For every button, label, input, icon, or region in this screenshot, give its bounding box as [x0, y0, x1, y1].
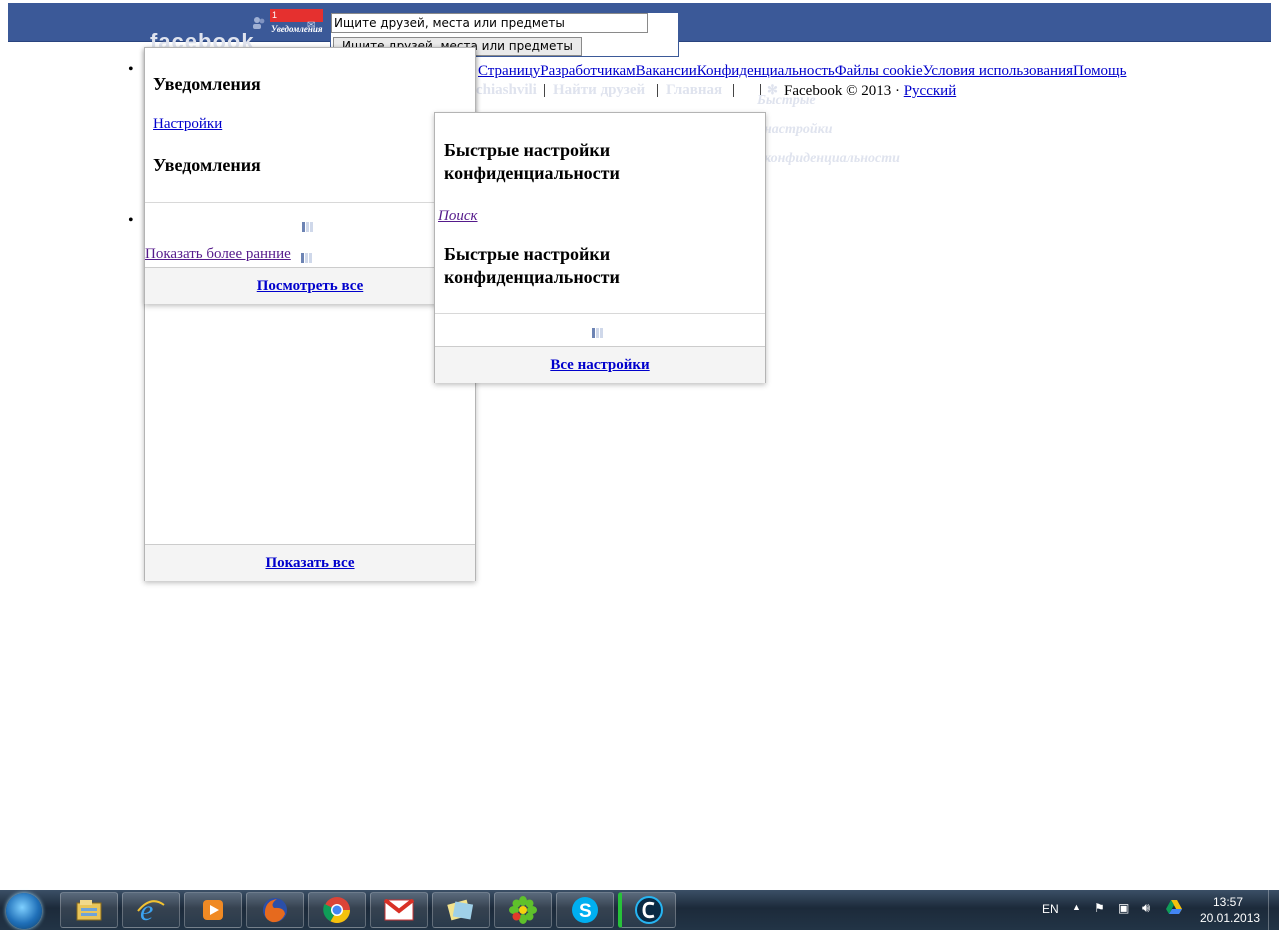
footer-link-terms[interactable]: Условия использования: [923, 63, 1073, 79]
nav-home[interactable]: Главная: [666, 82, 722, 99]
nav-separator: |: [732, 82, 736, 98]
nav-separator: |: [543, 82, 547, 98]
show-desktop-button[interactable]: [1268, 890, 1279, 930]
nav-separator: |: [656, 82, 660, 98]
friend-requests-icon[interactable]: [252, 16, 266, 30]
privacy-shortcuts-flyout: Быстрые настройки конфиденциальности Пои…: [434, 112, 766, 383]
media-player-icon[interactable]: [184, 892, 242, 928]
nav-profile-name[interactable]: chiashvili: [476, 82, 537, 99]
language-indicator[interactable]: EN: [1042, 902, 1059, 916]
footer-link-help[interactable]: Помощь: [1073, 63, 1126, 79]
notification-settings-link[interactable]: Настройки: [153, 116, 222, 133]
list-bullet: •: [128, 61, 134, 78]
footer-link-page[interactable]: Страницу: [478, 63, 540, 79]
network-icon[interactable]: ▣: [1118, 901, 1129, 915]
flyout-footer: Показать все: [145, 544, 475, 581]
chrome-icon[interactable]: [308, 892, 366, 928]
all-settings-link[interactable]: Все настройки: [550, 357, 649, 373]
nav-find-friends[interactable]: Найти друзей: [553, 82, 645, 99]
flyout-footer: Посмотреть все: [145, 267, 475, 304]
privacy-search-link[interactable]: Поиск: [438, 208, 478, 225]
show-hidden-icons-chevron[interactable]: ▲: [1072, 902, 1081, 912]
footer-link-careers[interactable]: Вакансии: [636, 63, 697, 79]
see-all-link[interactable]: Посмотреть все: [257, 278, 364, 294]
list-bullet: •: [128, 212, 134, 229]
svg-text:e: e: [140, 895, 153, 925]
loading-icon: [301, 250, 315, 263]
firefox-icon[interactable]: [246, 892, 304, 928]
clock-time[interactable]: 13:57: [1213, 895, 1243, 909]
loading-icon: [302, 219, 316, 232]
action-center-flag-icon[interactable]: ⚑: [1094, 901, 1105, 915]
windows-taskbar: e S EN ▲ ⚑ ▣ 🔊︎ 13:57 20.01.2013: [0, 890, 1279, 930]
footer-links: СтраницуРазработчикамВакансииКонфиденциа…: [478, 63, 1126, 80]
show-all-link[interactable]: Показать все: [265, 555, 354, 571]
google-drive-icon[interactable]: [1166, 900, 1182, 917]
show-earlier-link[interactable]: Показать более ранние: [145, 246, 291, 263]
internet-explorer-icon[interactable]: e: [122, 892, 180, 928]
footer-link-developers[interactable]: Разработчикам: [540, 63, 635, 79]
flyout-footer: Все настройки: [435, 346, 765, 383]
ghost-text: настройки: [764, 122, 833, 137]
flyout-subtitle: Уведомления: [153, 155, 261, 175]
notes-icon[interactable]: [432, 892, 490, 928]
flyout-title: Быстрые настройки конфиденциальности: [444, 140, 620, 183]
explorer-icon[interactable]: [60, 892, 118, 928]
ghost-text: Быстрые: [757, 93, 816, 108]
ghost-text: конфиденциальности: [764, 151, 900, 166]
footer-link-cookies[interactable]: Файлы cookie: [835, 63, 923, 79]
gmail-icon[interactable]: [370, 892, 428, 928]
skype-icon[interactable]: S: [556, 892, 614, 928]
volume-icon[interactable]: 🔊︎: [1142, 900, 1150, 916]
clock-date[interactable]: 20.01.2013: [1200, 911, 1260, 925]
icq-icon[interactable]: [494, 892, 552, 928]
divider: [435, 313, 765, 314]
language-link[interactable]: Русский: [904, 83, 957, 99]
svg-text:S: S: [579, 901, 592, 922]
start-button[interactable]: [6, 893, 42, 929]
cyberlink-icon[interactable]: [618, 892, 676, 928]
notifications-flyout: Уведомления Настройки Уведомления Показа…: [144, 47, 476, 304]
messages-icon[interactable]: ✉: [307, 20, 315, 31]
search-input[interactable]: [331, 13, 648, 33]
flyout-subtitle: Быстрые настройки конфиденциальности: [444, 244, 620, 287]
footer-link-privacy[interactable]: Конфиденциальность: [697, 63, 835, 79]
divider: [145, 202, 475, 203]
loading-icon: [592, 325, 606, 338]
flyout-title: Уведомления: [153, 74, 261, 94]
